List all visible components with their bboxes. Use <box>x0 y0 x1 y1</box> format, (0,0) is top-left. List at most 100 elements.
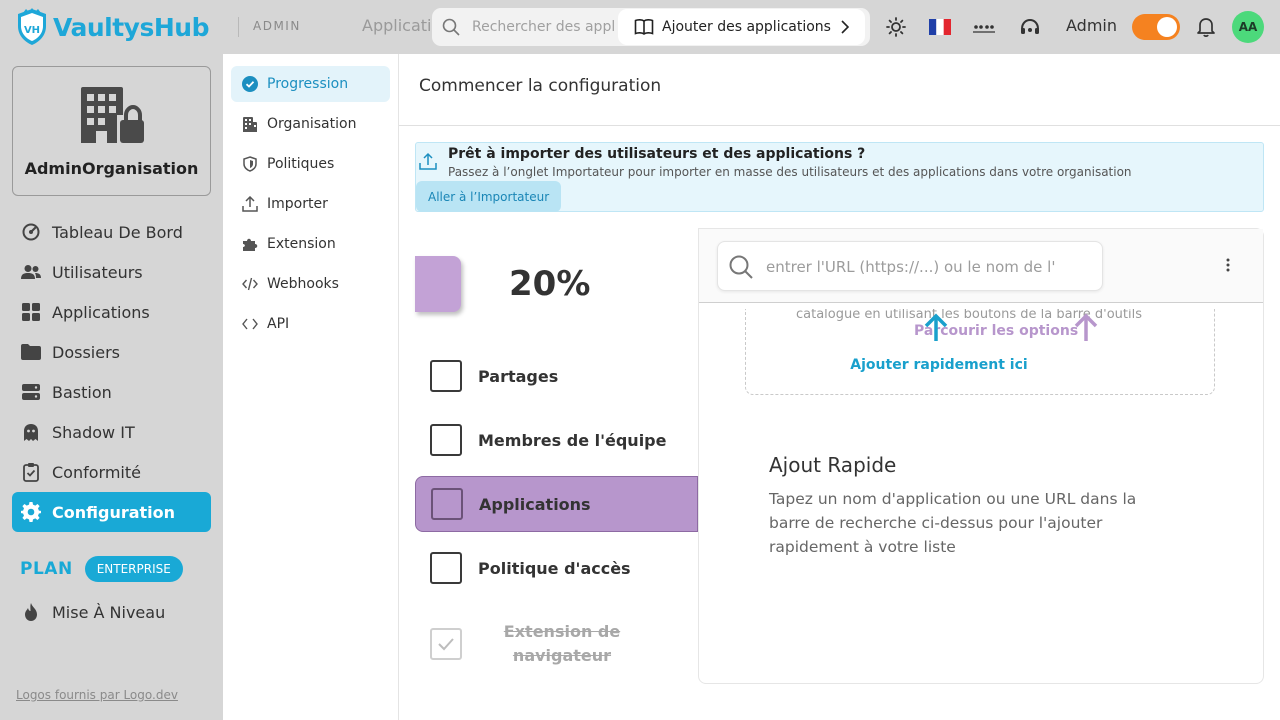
brackets-icon <box>242 316 258 332</box>
check-icon <box>438 638 454 651</box>
shield-logo-icon: VH <box>18 8 46 45</box>
code-icon <box>242 276 258 292</box>
sun-icon <box>886 17 906 37</box>
step-team-members[interactable]: Membres de l'équipe <box>415 412 698 468</box>
logo-dev-link[interactable]: Logos fournis par Logo.dev <box>16 688 178 702</box>
french-flag-icon <box>929 19 951 35</box>
folder-icon <box>21 342 41 362</box>
divider <box>238 17 239 37</box>
nav-item-upgrade[interactable]: Mise À Niveau <box>12 592 211 632</box>
nav-label: Utilisateurs <box>52 262 143 282</box>
page-title: Commencer la configuration <box>419 76 662 96</box>
kebab-menu-icon <box>1226 258 1230 272</box>
step-checkbox[interactable] <box>430 552 462 584</box>
arrow-up-icon <box>1074 313 1098 341</box>
add-applications-button[interactable]: Ajouter des applications <box>618 9 865 45</box>
shield-icon <box>242 156 258 172</box>
url-search-input[interactable] <box>766 256 1066 278</box>
support-button[interactable] <box>1019 16 1041 38</box>
step-browser-extension[interactable]: Extension de navigateur <box>415 616 698 672</box>
quick-add-link[interactable]: Ajouter rapidement ici <box>746 357 1132 373</box>
avatar[interactable]: AA <box>1232 11 1264 43</box>
nav-item-dashboard[interactable]: Tableau De Bord <box>12 212 211 252</box>
quick-add-dropzone[interactable]: catalogue en utilisant les boutons de la… <box>745 309 1215 395</box>
nav-item-compliance[interactable]: Conformité <box>12 452 211 492</box>
section-label: ADMIN <box>253 19 301 33</box>
nav-label: Configuration <box>52 502 176 522</box>
main-nav: Tableau De Bord Utilisateurs Application… <box>12 212 211 532</box>
nav-label: Conformité <box>52 462 141 482</box>
nav-item-folders[interactable]: Dossiers <box>12 332 211 372</box>
subnav-item-extension[interactable]: Extension <box>231 226 390 262</box>
subnav-label: Progression <box>267 76 349 92</box>
subnav-label: Politiques <box>267 156 335 172</box>
import-banner: Prêt à importer des utilisateurs et des … <box>415 142 1264 212</box>
subnav-label: Organisation <box>267 116 357 132</box>
nav-label: Applications <box>52 302 150 322</box>
panel-toolbar <box>699 229 1263 303</box>
password-button[interactable] <box>973 16 995 38</box>
banner-title: Prêt à importer des utilisateurs et des … <box>448 146 866 162</box>
app-name: VaultysHub <box>53 12 209 42</box>
nav-label: Bastion <box>52 382 112 402</box>
theme-toggle-button[interactable] <box>885 16 907 38</box>
organisation-name: AdminOrganisation <box>24 159 199 178</box>
upload-icon <box>419 152 437 170</box>
subnav-item-progression[interactable]: Progression <box>231 66 390 102</box>
notifications-button[interactable] <box>1195 16 1217 38</box>
subnav-item-api[interactable]: API <box>231 306 390 342</box>
nav-item-users[interactable]: Utilisateurs <box>12 252 211 292</box>
language-button[interactable] <box>929 16 951 38</box>
grid-icon <box>21 302 41 322</box>
logo-initials: VH <box>24 25 40 36</box>
step-label: Membres de l'équipe <box>478 430 667 450</box>
step-shares[interactable]: Partages <box>415 348 698 404</box>
subnav-label: Importer <box>267 196 328 212</box>
nav-label: Dossiers <box>52 342 120 362</box>
top-bar: VH VaultysHub ADMIN Applicati Ajouter de… <box>0 0 1280 54</box>
banner-text: Passez à l’onglet Importateur pour impor… <box>448 165 1132 179</box>
arrow-up-icon <box>924 313 948 341</box>
subnav-item-policies[interactable]: Politiques <box>231 146 390 182</box>
organisation-card[interactable]: AdminOrganisation <box>12 66 211 196</box>
step-applications[interactable]: Applications <box>415 476 698 532</box>
step-checkbox[interactable] <box>430 424 462 456</box>
toggle-knob <box>1157 17 1177 37</box>
step-label: Extension de navigateur <box>503 622 621 665</box>
go-to-importer-button[interactable]: Aller à l’Importateur <box>416 181 562 212</box>
plan-info: PLAN ENTERPRISE <box>20 556 183 582</box>
flame-icon <box>21 602 41 622</box>
nav-label: Shadow IT <box>52 422 135 442</box>
settings-subnav: Progression Organisation Politiques Impo… <box>223 54 399 720</box>
search-icon <box>442 18 460 36</box>
progress-percent: 20% <box>509 264 591 304</box>
bell-icon <box>1197 18 1215 37</box>
quick-add-description: Tapez un nom d'application ou une URL da… <box>769 490 1137 556</box>
app-logo[interactable]: VH VaultysHub <box>16 8 209 46</box>
subnav-item-import[interactable]: Importer <box>231 186 390 222</box>
sidebar: AdminOrganisation Tableau De Bord Utilis… <box>0 54 223 720</box>
nav-item-applications[interactable]: Applications <box>12 292 211 332</box>
search-input[interactable] <box>472 17 622 37</box>
main-content: Commencer la configuration Prêt à import… <box>399 54 1280 720</box>
subnav-label: Extension <box>267 236 336 252</box>
nav-label: Tableau De Bord <box>52 222 183 242</box>
search-icon <box>729 255 753 279</box>
subnav-label: Webhooks <box>267 276 339 292</box>
nav-applications-ghost[interactable]: Applicati <box>362 16 431 35</box>
nav-item-bastion[interactable]: Bastion <box>12 372 211 412</box>
user-name[interactable]: Admin <box>1066 16 1117 35</box>
nav-item-shadow-it[interactable]: Shadow IT <box>12 412 211 452</box>
step-access-policy[interactable]: Politique d'accès <box>415 540 698 596</box>
plan-badge: ENTERPRISE <box>84 556 183 582</box>
subnav-item-organisation[interactable]: Organisation <box>231 106 390 142</box>
mode-toggle[interactable] <box>1132 14 1180 40</box>
subnav-item-webhooks[interactable]: Webhooks <box>231 266 390 302</box>
step-checkbox[interactable] <box>430 360 462 392</box>
step-checkbox[interactable] <box>431 488 463 520</box>
step-checkbox[interactable] <box>430 628 462 660</box>
more-options-button[interactable] <box>1211 247 1245 283</box>
nav-item-configuration[interactable]: Configuration <box>12 492 211 532</box>
building-lock-icon <box>81 87 144 143</box>
headset-icon <box>1021 18 1039 34</box>
